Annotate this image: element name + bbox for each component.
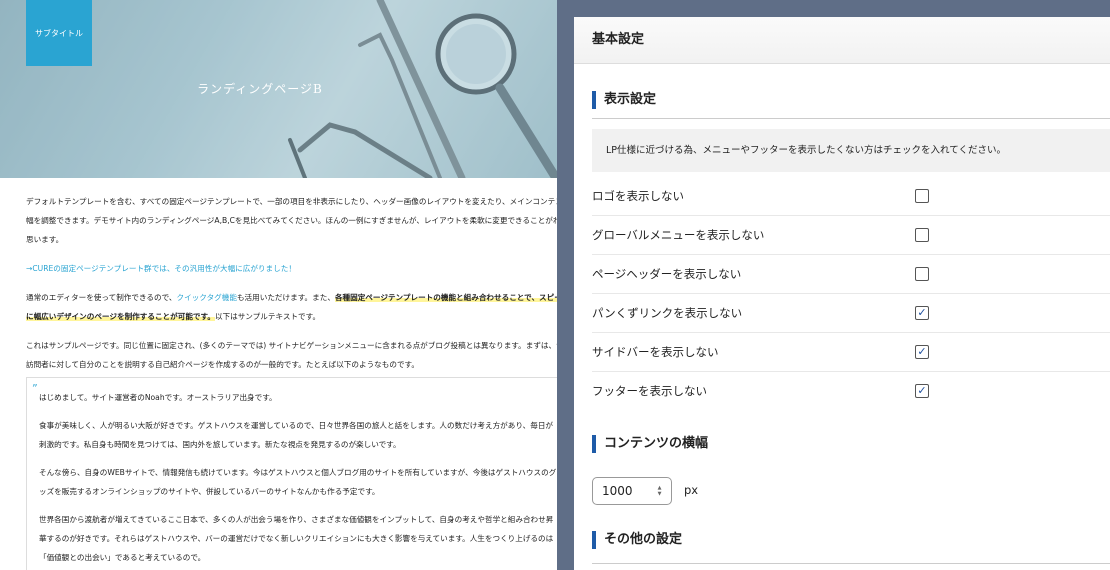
other-section-title: その他の設定: [592, 531, 682, 549]
hide-global-menu-checkbox[interactable]: [915, 228, 929, 242]
sample-paragraph: これはサンプルページです。同じ位置に固定され、(多くのテーマでは) サイトナビゲ…: [26, 341, 557, 369]
option-label: ロゴを表示しない: [592, 189, 684, 203]
editor-text-c: 以下はサンプルテキストです。: [214, 312, 321, 321]
width-unit: px: [684, 483, 699, 497]
blockquote: ” はじめまして。サイト運営者のNoahです。オーストラリア出身です。 食事が美…: [26, 377, 557, 570]
divider: [592, 118, 1110, 119]
width-section-title: コンテンツの横幅: [592, 435, 708, 453]
editor-text-a: 通常のエディターを使って制作できるので、: [26, 293, 177, 302]
hide-logo-checkbox[interactable]: [915, 189, 929, 203]
template-link[interactable]: →CUREの固定ページテンプレート群では、その汎用性が大幅に広がりました！: [26, 259, 557, 278]
spinner-icon[interactable]: ▲ ▼: [656, 485, 663, 497]
display-notice: LP仕様に近づける為、メニューやフッターを表示したくない方はチェックを入れてくだ…: [592, 129, 1110, 172]
content-width-input[interactable]: 1000 ▲ ▼: [592, 477, 672, 505]
divider: [592, 563, 1110, 564]
quote-icon: ”: [32, 382, 38, 395]
quicktag-link[interactable]: クイックタグ機能: [177, 293, 237, 302]
settings-panel: 基本設定 表示設定 LP仕様に近づける為、メニューやフッターを表示したくない方は…: [574, 17, 1110, 570]
option-row-sidebar: サイドバーを表示しない ✓: [592, 333, 1110, 372]
page-content: デフォルトテンプレートを含む、すべての固定ページテンプレートで、一部の項目を非表…: [26, 192, 557, 374]
quote-paragraph: 世界各国から渡航者が増えてきているここ日本で、多くの人が出会う場を作り、さまざま…: [39, 515, 554, 562]
option-row-page-header: ページヘッダーを表示しない: [592, 255, 1110, 294]
quote-paragraph: はじめまして。サイト運営者のNoahです。オーストラリア出身です。: [39, 393, 277, 402]
display-section-title: 表示設定: [592, 91, 656, 109]
check-icon: ✓: [917, 306, 927, 319]
check-icon: ✓: [917, 384, 927, 397]
option-label: グローバルメニューを表示しない: [592, 228, 765, 242]
hide-page-header-checkbox[interactable]: [915, 267, 929, 281]
check-icon: ✓: [917, 345, 927, 358]
quote-paragraph: そんな傍ら、自身のWEBサイトで、情報発信も続けています。今はゲストハウスと個人…: [39, 468, 557, 496]
hero-title: ランディングページB: [197, 82, 323, 96]
hide-breadcrumb-checkbox[interactable]: ✓: [915, 306, 929, 320]
option-label: パンくずリンクを表示しない: [592, 306, 743, 320]
option-row-footer: フッターを表示しない ✓: [592, 372, 1110, 410]
option-label: フッターを表示しない: [592, 384, 707, 398]
page-preview: サブタイトル ランディングページB デフォルトテンプレートを含む、すべての固定ペ…: [0, 0, 557, 570]
subtitle-badge: サブタイトル: [26, 0, 92, 66]
hide-footer-checkbox[interactable]: ✓: [915, 384, 929, 398]
option-row-logo: ロゴを表示しない: [592, 177, 1110, 216]
editor-text-b: も活用いただけます。また、: [236, 293, 335, 302]
quote-paragraph: 食事が美味しく、人が明るい大阪が好きです。ゲストハウスを運営しているので、日々世…: [39, 421, 554, 449]
intro-paragraph: デフォルトテンプレートを含む、すべての固定ページテンプレートで、一部の項目を非表…: [26, 197, 557, 244]
hide-sidebar-checkbox[interactable]: ✓: [915, 345, 929, 359]
option-row-breadcrumb: パンくずリンクを表示しない ✓: [592, 294, 1110, 333]
hero-header: サブタイトル ランディングページB: [0, 0, 557, 178]
content-width-value: 1000: [602, 484, 633, 498]
panel-title: 基本設定: [574, 17, 1110, 64]
editor-paragraph: 通常のエディターを使って制作できるので、クイックタグ機能も活用いただけます。また…: [26, 288, 557, 326]
option-row-global-menu: グローバルメニューを表示しない: [592, 216, 1110, 255]
quote-body: はじめまして。サイト運営者のNoahです。オーストラリア出身です。 食事が美味し…: [39, 388, 557, 570]
option-label: ページヘッダーを表示しない: [592, 267, 742, 281]
option-label: サイドバーを表示しない: [592, 345, 719, 359]
